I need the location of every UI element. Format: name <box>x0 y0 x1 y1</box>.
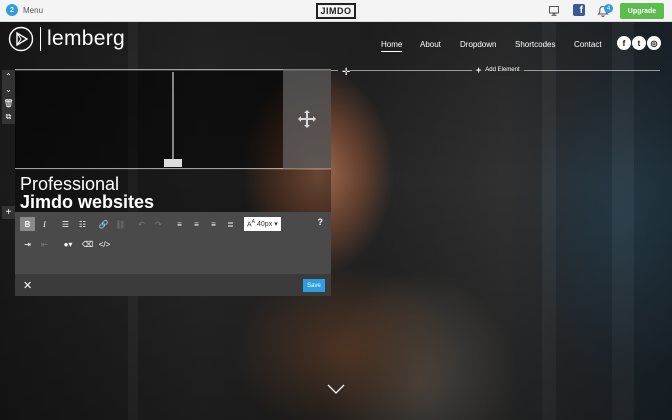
desktop-preview-icon[interactable] <box>549 6 559 16</box>
drag-handle[interactable] <box>283 69 331 169</box>
notification-count-badge: 4 <box>604 4 613 13</box>
align-right-icon[interactable]: ≡ <box>206 217 221 231</box>
link-icon[interactable]: 🔗 <box>96 217 111 231</box>
indent-icon[interactable]: ⇥ <box>20 237 35 251</box>
move-arrows-icon <box>298 110 316 128</box>
heading-text-block[interactable]: Professional Jimdo websites <box>15 170 331 212</box>
nav-contact[interactable]: Contact <box>574 40 602 49</box>
facebook-icon[interactable]: f <box>617 36 631 50</box>
copy-icon[interactable]: ⧉ <box>6 113 12 121</box>
font-size-select[interactable]: AA 40px ▾ <box>244 217 281 231</box>
nav-dropdown[interactable]: Dropdown <box>460 40 496 49</box>
menu-button[interactable]: 2 Menu <box>6 4 43 16</box>
jimdo-logo[interactable]: JIMDO <box>316 3 356 19</box>
scroll-down-chevron-icon[interactable] <box>327 384 345 394</box>
plus-icon: + <box>476 65 482 75</box>
menu-count-badge: 2 <box>6 4 18 16</box>
chevron-down-icon: ▾ <box>274 221 278 228</box>
outdent-icon[interactable]: ⇤ <box>37 237 52 251</box>
hero-section: lemberg Home About Dropdown Shortcodes C… <box>0 22 672 420</box>
toolbar-row-1: B I ☰ ☷ 🔗 ⛓ ↶ ↷ ≡ ≡ ≡ ≣ AA 40px ▾ ? <box>15 214 331 234</box>
redo-icon[interactable]: ↷ <box>151 217 166 231</box>
add-element-label: Add Element <box>485 67 520 73</box>
spacer-resize-handle[interactable] <box>164 159 182 167</box>
move-cross-icon[interactable]: ✛ <box>342 68 350 78</box>
undo-icon[interactable]: ↶ <box>134 217 149 231</box>
element-side-toolbar: ⌃ ⌄ 🗑 ⧉ <box>2 70 15 124</box>
text-editor-toolbar: B I ☰ ☷ 🔗 ⛓ ↶ ↷ ≡ ≡ ≡ ≣ AA 40px ▾ ? ⇥ ⇤ <box>15 212 331 274</box>
nav-shortcodes[interactable]: Shortcodes <box>515 40 555 49</box>
align-center-icon[interactable]: ≡ <box>189 217 204 231</box>
brand-divider <box>40 27 41 51</box>
help-button[interactable]: ? <box>318 217 324 227</box>
brand-logo-icon <box>8 26 34 52</box>
font-size-value: 40px <box>257 220 273 228</box>
italic-button[interactable]: I <box>37 217 52 231</box>
upgrade-button[interactable]: Upgrade <box>620 3 664 19</box>
align-left-icon[interactable]: ≡ <box>172 217 187 231</box>
unordered-list-icon[interactable]: ☷ <box>75 217 90 231</box>
bold-button[interactable]: B <box>20 217 35 231</box>
add-element-button[interactable]: + Add Element <box>472 64 524 76</box>
align-justify-icon[interactable]: ≣ <box>223 217 238 231</box>
twitter-icon[interactable]: t <box>632 36 646 50</box>
add-element-side-button[interactable]: + <box>2 206 15 219</box>
ordered-list-icon[interactable]: ☰ <box>58 217 73 231</box>
move-down-icon[interactable]: ⌄ <box>5 86 12 94</box>
spacer-height-arrow-icon <box>172 72 174 162</box>
facebook-icon[interactable]: f <box>573 4 585 16</box>
nav-about[interactable]: About <box>420 40 441 49</box>
move-up-icon[interactable]: ⌃ <box>5 72 12 81</box>
menu-label: Menu <box>23 5 44 15</box>
editor-footer: ✕ Save <box>15 274 331 296</box>
admin-bar: 2 Menu JIMDO f 4 Upgrade <box>0 0 672 22</box>
save-button[interactable]: Save <box>303 279 325 292</box>
instagram-icon[interactable]: ◎ <box>647 36 661 50</box>
nav-active-underline <box>381 51 402 52</box>
eraser-icon[interactable]: ⌫ <box>80 237 95 251</box>
site-brand[interactable]: lemberg <box>8 26 125 52</box>
text-color-icon: ●▾ <box>63 239 73 249</box>
heading-line-2[interactable]: Jimdo websites <box>20 192 154 213</box>
brand-name: lemberg <box>47 27 125 50</box>
nav-home[interactable]: Home <box>381 40 402 49</box>
close-icon[interactable]: ✕ <box>23 279 32 292</box>
trash-icon[interactable]: 🗑 <box>3 99 13 108</box>
font-size-icon: AA <box>247 219 256 229</box>
code-view-icon[interactable]: </> <box>97 237 112 251</box>
text-color-dropdown[interactable]: ●▾ <box>58 237 78 251</box>
unlink-icon[interactable]: ⛓ <box>113 217 128 231</box>
toolbar-row-2: ⇥ ⇤ ●▾ ⌫ </> <box>15 234 331 254</box>
